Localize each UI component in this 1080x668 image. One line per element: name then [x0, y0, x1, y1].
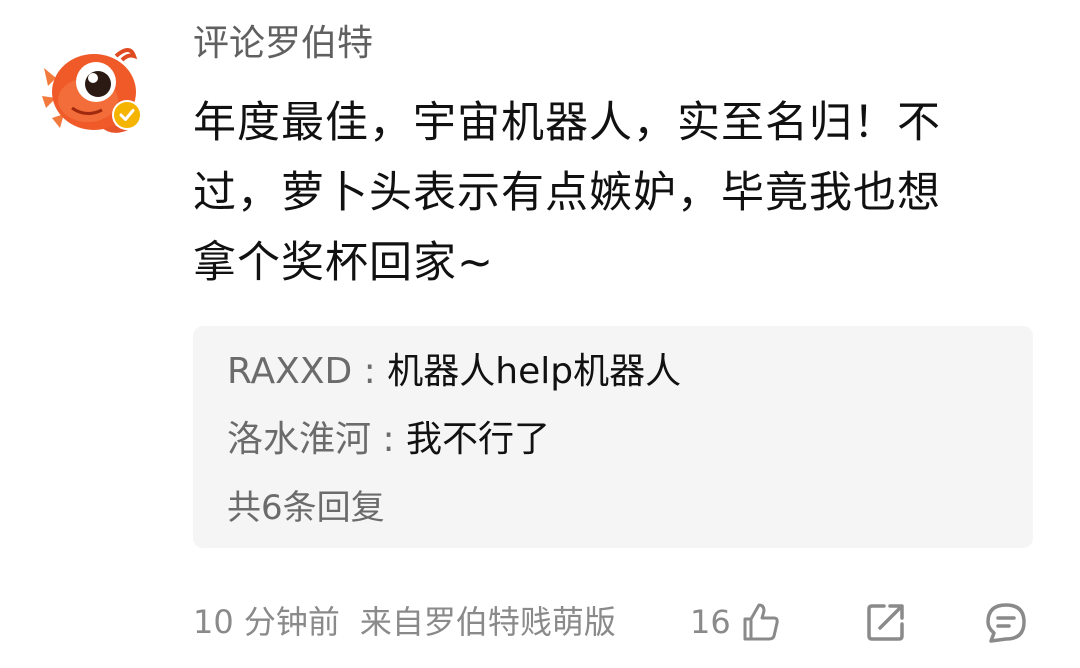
reply-item[interactable]: RAXXD : 机器人help机器人: [227, 350, 681, 394]
like-button[interactable]: 16: [690, 598, 783, 646]
comment-content: 年度最佳，宇宙机器人，实至名归！不 过，萝卜头表示有点嫉妒，毕竟我也想 拿个奖杯…: [193, 88, 1023, 298]
verified-badge-icon: [112, 100, 142, 130]
comment-source: 来自罗伯特贱萌版: [359, 603, 616, 641]
reply-separator: :: [352, 351, 388, 392]
comment-time: 10 分钟前: [193, 603, 340, 641]
reply-author[interactable]: 洛水淮河: [227, 419, 371, 460]
comment-content-line: 年度最佳，宇宙机器人，实至名归！不: [193, 98, 941, 148]
comment-content-line: 过，萝卜头表示有点嫉妒，毕竟我也想: [193, 168, 941, 218]
more-replies-link[interactable]: 共6条回复: [227, 486, 385, 530]
comment-icon[interactable]: [983, 600, 1029, 646]
reply-text: 机器人help机器人: [387, 351, 682, 392]
comment-content-line: 拿个奖杯回家~: [193, 238, 495, 288]
like-count: 16: [690, 603, 731, 641]
comment-meta: 10 分钟前 来自罗伯特贱萌版: [193, 600, 616, 644]
reply-separator: :: [371, 419, 407, 460]
reply-preview-box[interactable]: RAXXD : 机器人help机器人 洛水淮河 : 我不行了 共6条回复: [193, 326, 1033, 548]
thumbs-up-icon: [743, 603, 779, 641]
share-icon[interactable]: [864, 600, 908, 644]
reply-author[interactable]: RAXXD: [227, 351, 352, 392]
reply-item[interactable]: 洛水淮河 : 我不行了: [227, 418, 550, 462]
reply-text: 我不行了: [406, 419, 551, 460]
comment-username[interactable]: 评论罗伯特: [193, 20, 373, 68]
